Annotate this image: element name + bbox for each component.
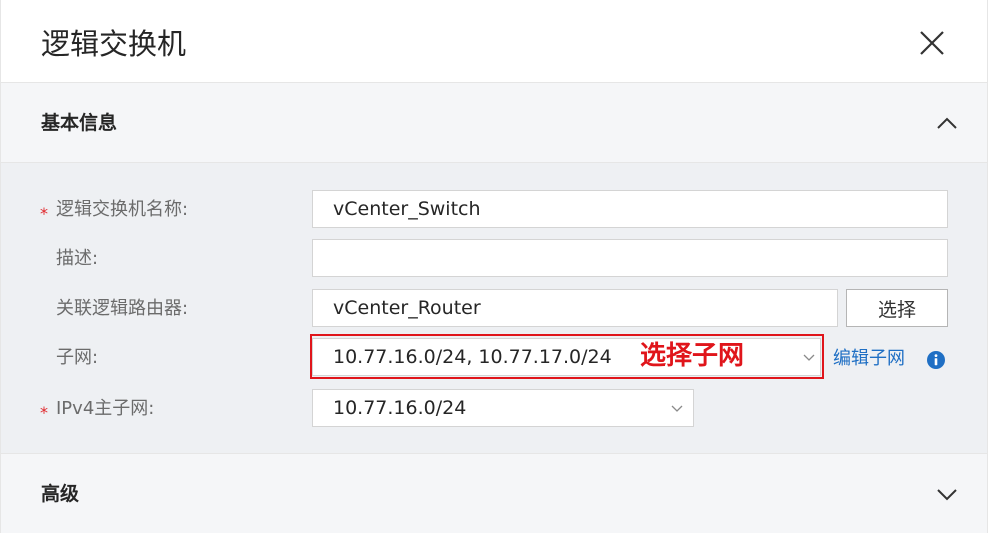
section-basic-header[interactable]: 基本信息 [1,83,987,163]
info-icon[interactable] [927,351,945,369]
description-input[interactable] [312,239,948,277]
section-advanced-header[interactable]: 高级 [1,453,987,533]
ipv4-primary-label: IPv4主子网: [56,398,155,419]
section-basic-title: 基本信息 [41,112,118,134]
close-icon [920,31,944,55]
ipv4-primary-select[interactable]: 10.77.16.0/24 [312,389,694,427]
ipv4-required-mark: * [40,403,48,422]
subnet-select[interactable]: 10.77.16.0/24, 10.77.17.0/24 [312,338,821,376]
description-label: 描述: [56,248,99,269]
logical-switch-dialog: 逻辑交换机 基本信息 * 逻辑交换机名称: 描述: 关联逻辑路由器: 选择 子网… [0,0,988,533]
name-required-mark: * [40,204,48,223]
dialog-header: 逻辑交换机 [1,0,987,83]
subnet-label: 子网: [56,347,99,368]
chevron-down-icon [803,354,815,361]
ipv4-primary-select-value: 10.77.16.0/24 [333,397,467,419]
chevron-up-icon[interactable] [935,113,959,133]
router-label: 关联逻辑路由器: [56,298,189,319]
router-input[interactable] [312,289,838,327]
select-router-button[interactable]: 选择 [846,289,948,327]
name-label: 逻辑交换机名称: [56,199,189,220]
dialog-title: 逻辑交换机 [41,27,187,61]
close-button[interactable] [917,28,947,58]
annotation-label: 选择子网 [640,341,745,371]
chevron-down-icon [671,405,683,412]
edit-subnet-link[interactable]: 编辑子网 [833,347,905,371]
section-advanced-title: 高级 [41,483,80,505]
name-input[interactable] [312,190,948,228]
chevron-down-icon[interactable] [935,484,959,504]
subnet-select-value: 10.77.16.0/24, 10.77.17.0/24 [333,346,612,368]
